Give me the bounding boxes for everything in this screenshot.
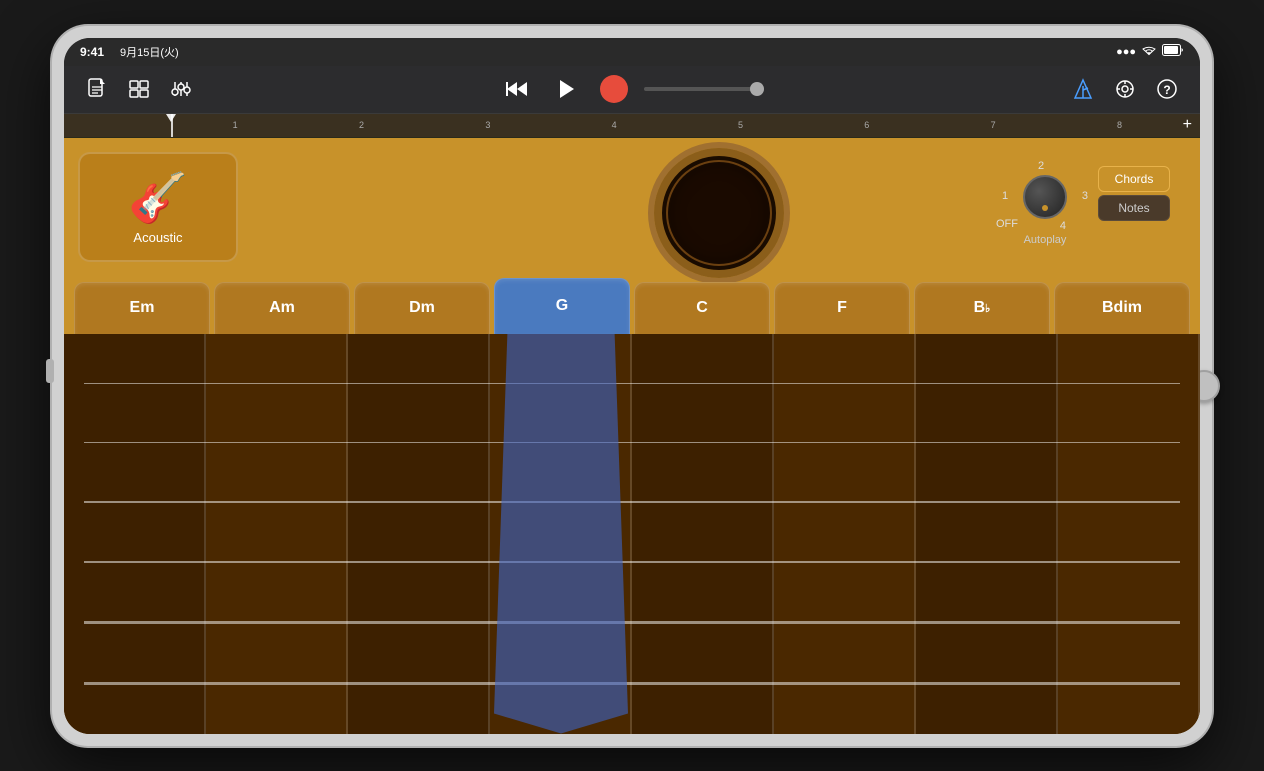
toolbar-right: ? [1066,72,1184,106]
signal-icon: ●●● [1116,46,1136,58]
chord-em-button[interactable]: Em [74,282,210,334]
ipad-frame: 9:41 9月15日(火) ●●● [52,26,1212,746]
mixer-button[interactable] [164,72,198,106]
settings-button[interactable] [1108,72,1142,106]
autoplay-knob-container: OFF 1 2 3 4 [1010,162,1080,232]
autoplay-section: OFF 1 2 3 4 Autoplay [1010,158,1080,246]
string-6 [84,682,1180,685]
rewind-button[interactable] [500,72,534,106]
mode-toggle: Chords Notes [1098,166,1170,221]
document-button[interactable] [80,72,114,106]
wifi-icon [1142,45,1156,59]
toolbar: ? [64,66,1200,114]
instrument-name: Acoustic [133,230,182,245]
volume-thumb [750,82,764,96]
help-button[interactable]: ? [1150,72,1184,106]
status-time: 9:41 [80,45,104,59]
transport-controls [206,72,1058,106]
string-5 [84,621,1180,624]
timeline-mark-6: 6 [804,120,930,130]
chord-am-button[interactable]: Am [214,282,350,334]
timeline-ruler[interactable]: 1 2 3 4 5 6 7 8 [72,120,1183,130]
record-button[interactable] [600,75,628,103]
chord-g-button[interactable]: G [494,278,630,334]
string-3 [84,501,1180,503]
metronome-button[interactable] [1066,72,1100,106]
instrument-selector[interactable]: 🎸 Acoustic [78,152,238,262]
string-1 [84,383,1180,384]
chord-dm-button[interactable]: Dm [354,282,490,334]
tracks-button[interactable] [122,72,156,106]
guitar-area: 🎸 Acoustic [64,138,1200,734]
guitar-image-icon: 🎸 [128,169,188,226]
chord-bdim-button[interactable]: Bdim [1054,282,1190,334]
soundhole-inner-ring [666,160,772,266]
autoplay-1-label: 1 [1002,190,1008,202]
chord-highlight [494,334,628,734]
status-icons: ●●● [1116,44,1184,59]
timeline-mark-4: 4 [551,120,677,130]
string-4 [84,561,1180,563]
playhead-triangle [166,114,176,122]
status-bar: 9:41 9月15日(火) ●●● [64,38,1200,66]
knob-indicator [1042,205,1048,211]
string-lines [64,334,1200,734]
playhead [171,114,173,137]
timeline-mark-1: 1 [172,120,298,130]
timeline-mark-7: 7 [930,120,1056,130]
chords-mode-button[interactable]: Chords [1098,166,1170,192]
svg-text:?: ? [1163,83,1170,97]
chords-row: Em Am Dm G C F B♭ Bdim [64,278,1200,334]
chord-c-button[interactable]: C [634,282,770,334]
notes-mode-button[interactable]: Notes [1098,195,1170,221]
battery-icon [1162,44,1184,59]
volume-slider[interactable] [644,87,764,91]
fretboard[interactable] [64,334,1200,734]
timeline-mark-8: 8 [1056,120,1182,130]
autoplay-2-label: 2 [1038,160,1044,172]
add-track-button[interactable]: + [1183,116,1192,134]
autoplay-knob[interactable] [1023,175,1067,219]
autoplay-3-label: 3 [1082,190,1088,202]
play-button[interactable] [550,72,584,106]
guitar-top-area: 🎸 Acoustic [64,138,1200,278]
ipad-screen: 9:41 9月15日(火) ●●● [64,38,1200,734]
timeline-mark-5: 5 [677,120,803,130]
timeline-mark-3: 3 [425,120,551,130]
chord-f-button[interactable]: F [774,282,910,334]
autoplay-4-label: 4 [1060,220,1066,232]
autoplay-off-label: OFF [996,218,1018,230]
timeline-mark-2: 2 [298,120,424,130]
main-content: 🎸 Acoustic [64,138,1200,734]
string-2 [84,442,1180,443]
guitar-soundhole [654,148,784,278]
side-button[interactable] [46,359,54,383]
chord-bb-button[interactable]: B♭ [914,282,1050,334]
status-date: 9月15日(火) [120,44,179,60]
timeline: 1 2 3 4 5 6 7 8 + [64,114,1200,138]
autoplay-text: Autoplay [1024,234,1067,246]
